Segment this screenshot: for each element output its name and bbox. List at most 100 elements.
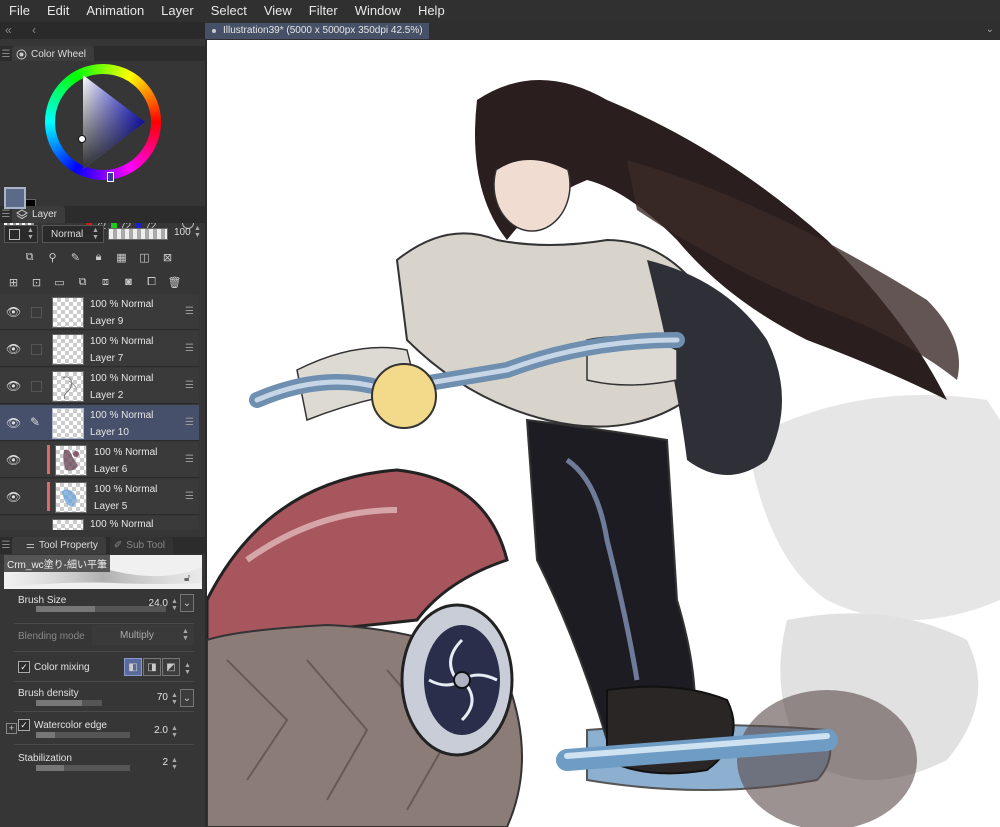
layer-thumbnail: [52, 519, 84, 530]
menu-edit[interactable]: Edit: [38, 0, 77, 22]
layer-row[interactable]: 100 % Normal: [0, 516, 199, 530]
layer-menu-icon[interactable]: ☰: [185, 417, 194, 428]
layer-row[interactable]: 👁︎ 100 % Normal Layer 7 ☰: [0, 331, 199, 367]
layer-color-dropdown[interactable]: ▲ ▼: [4, 225, 38, 243]
opacity-value: 100: [174, 227, 191, 238]
brush-size-spinner-icon[interactable]: ▲ ▼: [171, 598, 178, 612]
stabilization-value: 2: [162, 757, 168, 768]
hue-ring[interactable]: [45, 64, 161, 182]
draft-layer-icon[interactable]: ✎: [68, 250, 83, 264]
color-wheel-icon: [16, 49, 27, 60]
layer-row[interactable]: 👁︎ 100 % Normal Layer 2 ☰: [0, 368, 199, 404]
tab-sub-tool-label: Sub Tool: [126, 540, 166, 551]
eye-icon[interactable]: 👁︎: [6, 416, 21, 430]
chevron-updown-icon[interactable]: ▲ ▼: [194, 225, 201, 239]
layer-select-checkbox[interactable]: [31, 381, 42, 392]
layer-select-checkbox[interactable]: [31, 344, 42, 355]
mix-mode-blend-button[interactable]: ◧: [124, 658, 142, 676]
menu-file[interactable]: File: [0, 0, 38, 22]
layer-menu-icon[interactable]: ☰: [185, 491, 194, 502]
combine-layer-icon[interactable]: ⧈: [98, 275, 113, 289]
pressure-settings-icon[interactable]: ⌄: [180, 689, 194, 707]
color-mixing-checkbox[interactable]: ✓: [18, 661, 30, 673]
collapse-panel-icon[interactable]: «: [5, 23, 12, 37]
unlock-icon[interactable]: 🔓︎: [184, 573, 190, 584]
mix-mode-running-button[interactable]: ◨: [143, 658, 161, 676]
back-icon[interactable]: ‹: [32, 23, 36, 37]
mask-visibility-icon[interactable]: ⊠: [160, 250, 175, 264]
eye-icon[interactable]: 👁︎: [6, 490, 21, 504]
mix-mode-gradient-button[interactable]: ◩: [162, 658, 180, 676]
layer-list: 👁︎ 100 % Normal Layer 9 ☰ 👁︎ 100 % Norma…: [0, 294, 205, 530]
stabilization-spinner-icon[interactable]: ▲ ▼: [171, 757, 178, 771]
brush-preview: Crm_wc塗り-細い平筆 🔓︎: [4, 555, 202, 589]
eye-icon[interactable]: 👁︎: [6, 453, 21, 467]
panel-grip-icon[interactable]: ☰: [0, 540, 12, 551]
reference-layer-icon[interactable]: ⚲: [45, 250, 60, 264]
tab-color-wheel-label: Color Wheel: [31, 49, 87, 60]
chevron-down-icon[interactable]: ⌄: [986, 24, 994, 35]
eye-icon[interactable]: 👁︎: [6, 305, 21, 319]
menu-select[interactable]: Select: [202, 0, 255, 22]
new-vector-layer-icon[interactable]: ⊡: [29, 275, 44, 289]
new-folder-icon[interactable]: ▭: [52, 275, 67, 289]
watercolor-edge-checkbox[interactable]: ✓: [18, 719, 30, 731]
chevron-updown-icon[interactable]: ▲ ▼: [184, 662, 191, 676]
layer-menu-icon[interactable]: ☰: [185, 343, 194, 354]
expand-plus-icon[interactable]: +: [6, 723, 17, 734]
brush-density-spinner-icon[interactable]: ▲ ▼: [171, 692, 178, 706]
apply-mask-icon[interactable]: ⧠: [144, 275, 159, 289]
chevron-updown-icon: ▲ ▼: [27, 227, 34, 241]
brush-density-slider[interactable]: [36, 700, 102, 706]
layer-name: Layer 10: [90, 427, 129, 438]
layer-row[interactable]: 👁︎ ✎ 100 % Normal Layer 10 ☰: [0, 405, 199, 441]
blend-mode-value: Normal: [51, 229, 84, 240]
stabilization-slider[interactable]: [36, 765, 130, 771]
menu-view[interactable]: View: [255, 0, 300, 22]
main-color-swatch[interactable]: [4, 187, 26, 209]
color-mixing-label: Color mixing: [34, 662, 90, 673]
color-picker-handle[interactable]: [78, 135, 86, 143]
layer-mode: 100 % Normal: [90, 373, 154, 384]
layer-select-checkbox[interactable]: [31, 307, 42, 318]
blending-mode-dropdown[interactable]: Multiply ▲ ▼: [92, 625, 194, 645]
hue-handle[interactable]: [107, 172, 114, 182]
eye-icon[interactable]: 👁︎: [6, 342, 21, 356]
clip-to-layer-below-icon[interactable]: ⧉: [22, 250, 37, 264]
brush-icon: ✐: [113, 540, 123, 551]
create-mask-icon[interactable]: ◙: [121, 275, 136, 289]
layer-menu-icon[interactable]: ☰: [185, 306, 194, 317]
layer-row[interactable]: 👁︎ 100 % Normal Layer 9 ☰: [0, 294, 199, 330]
document-tab[interactable]: Illustration39* (5000 x 5000px 350dpi 42…: [205, 23, 429, 39]
menu-filter[interactable]: Filter: [300, 0, 346, 22]
lock-transparency-icon[interactable]: ▦: [114, 250, 129, 264]
eye-icon[interactable]: 👁︎: [6, 379, 21, 393]
tab-tool-property[interactable]: ⚌ Tool Property: [12, 537, 106, 554]
delete-layer-icon[interactable]: 🗑︎: [167, 275, 182, 289]
layer-row[interactable]: 👁︎ 100 % Normal Layer 5 ☰: [0, 479, 199, 515]
document-tab-bar: Illustration39* (5000 x 5000px 350dpi 42…: [205, 22, 1000, 40]
menu-layer[interactable]: Layer: [152, 0, 202, 22]
panel-grip-icon[interactable]: ☰: [0, 49, 12, 60]
pressure-settings-icon[interactable]: ⌄: [180, 594, 194, 612]
mask-enable-icon[interactable]: ◫: [137, 250, 152, 264]
transfer-to-lower-layer-icon[interactable]: ⧉: [75, 275, 90, 289]
menu-animation[interactable]: Animation: [77, 0, 152, 22]
menu-window[interactable]: Window: [346, 0, 409, 22]
watercolor-edge-slider[interactable]: [36, 732, 130, 738]
drawing-canvas[interactable]: [207, 40, 1000, 827]
menu-help[interactable]: Help: [409, 0, 453, 22]
layer-menu-icon[interactable]: ☰: [185, 454, 194, 465]
layer-menu-icon[interactable]: ☰: [185, 380, 194, 391]
panel-grip-icon[interactable]: ☰: [0, 209, 12, 220]
blend-mode-dropdown[interactable]: Normal ▲ ▼: [42, 225, 104, 243]
tab-sub-tool[interactable]: ✐ Sub Tool: [109, 537, 174, 554]
layer-row[interactable]: 👁︎ 100 % Normal Layer 6 ☰: [0, 442, 199, 478]
layer-thumbnail: [55, 445, 87, 476]
layer-mode: 100 % Normal: [90, 299, 154, 310]
lock-icon[interactable]: 🔒︎: [91, 250, 106, 264]
new-raster-layer-icon[interactable]: ⊞: [6, 275, 21, 289]
saturation-value-triangle[interactable]: [65, 75, 147, 171]
opacity-slider[interactable]: [108, 228, 168, 240]
watercolor-edge-spinner-icon[interactable]: ▲ ▼: [171, 725, 178, 739]
